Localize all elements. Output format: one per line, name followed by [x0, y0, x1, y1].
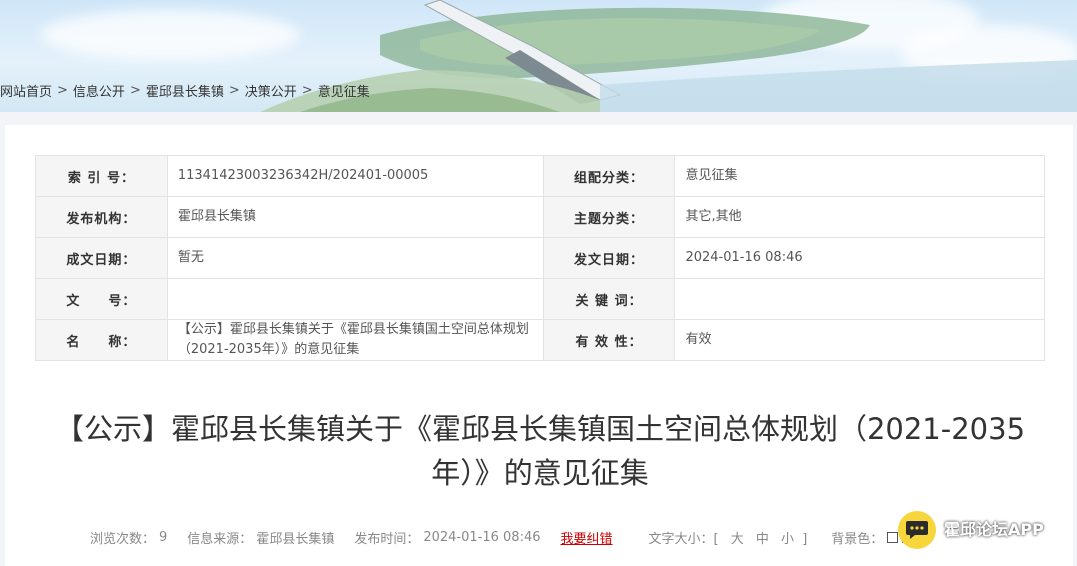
font-size-small-button[interactable]: 小 [781, 532, 794, 547]
document-meta-table: 索 引 号： 11341423003236342H/202401-00005 组… [35, 155, 1045, 361]
meta-value-category: 意见征集 [674, 155, 1045, 197]
page-title: 【公示】霍邱县长集镇关于《霍邱县长集镇国土空间总体规划（2021-2035年）》… [54, 412, 1026, 490]
meta-value-publisher: 霍邱县长集镇 [166, 196, 544, 238]
meta-row: 成文日期： 暂无 发文日期： 2024-01-16 08:46 [35, 237, 1045, 279]
font-size-bracket: ] [802, 531, 808, 547]
meta-label-validity: 有 效 性： [542, 319, 676, 361]
report-error-link[interactable]: 我要纠错 [561, 528, 613, 547]
meta-value-issue-date: 2024-01-16 08:46 [674, 237, 1045, 279]
publish-time-value: 2024-01-16 08:46 [423, 529, 541, 545]
meta-value-doc-number [166, 278, 544, 320]
breadcrumb-separator: > [57, 82, 68, 98]
source-label: 信息来源： [187, 531, 253, 547]
font-size-control: 文字大小：[ 大 中 小 ] [649, 528, 812, 547]
meta-label-index: 索 引 号： [35, 155, 168, 197]
meta-label-name: 名 称： [35, 319, 168, 361]
article-info-bar: 浏览次数： 9 信息来源： 霍邱县长集镇 发布时间： 2024-01-16 08… [90, 528, 917, 547]
header-banner: 网站首页 > 信息公开 > 霍邱县长集镇 > 决策公开 > 意见征集 [0, 0, 1077, 112]
meta-value-name: 【公示】霍邱县长集镇关于《霍邱县长集镇国土空间总体规划（2021-2035年）》… [166, 319, 544, 361]
breadcrumb: 网站首页 > 信息公开 > 霍邱县长集镇 > 决策公开 > 意见征集 [0, 80, 370, 100]
breadcrumb-decision-public[interactable]: 决策公开 [245, 81, 297, 100]
breadcrumb-separator: > [129, 82, 141, 98]
breadcrumb-home[interactable]: 网站首页 [0, 81, 52, 100]
meta-label-issue-date: 发文日期： [542, 237, 676, 279]
meta-label-topic: 主题分类： [542, 196, 676, 238]
chat-bubble-icon [898, 511, 936, 549]
meta-value-topic: 其它,其他 [674, 196, 1045, 238]
views-label: 浏览次数： [90, 531, 156, 547]
meta-label-category: 组配分类： [542, 155, 676, 197]
breadcrumb-town[interactable]: 霍邱县长集镇 [146, 81, 224, 100]
meta-row: 索 引 号： 11341423003236342H/202401-00005 组… [35, 155, 1045, 197]
breadcrumb-info-public[interactable]: 信息公开 [73, 81, 125, 100]
bg-swatch-white[interactable] [887, 531, 899, 543]
meta-row: 名 称： 【公示】霍邱县长集镇关于《霍邱县长集镇国土空间总体规划（2021-20… [35, 319, 1045, 361]
font-size-large-button[interactable]: 大 [731, 532, 744, 547]
breadcrumb-separator: > [301, 82, 313, 98]
font-size-label: 文字大小：[ [648, 531, 719, 547]
meta-label-doc-number: 文 号： [35, 278, 168, 320]
font-size-medium-button[interactable]: 中 [756, 532, 769, 547]
breadcrumb-separator: > [228, 82, 240, 98]
views-count: 9 [159, 529, 168, 545]
bg-color-label: 背景色： [831, 531, 884, 547]
meta-value-keywords [674, 278, 1045, 320]
meta-label-keywords: 关 键 词： [542, 278, 676, 320]
publish-time-label: 发布时间： [354, 531, 420, 547]
source-value: 霍邱县长集镇 [256, 531, 335, 547]
meta-label-written-date: 成文日期： [35, 237, 168, 279]
meta-label-publisher: 发布机构： [35, 196, 168, 238]
content-card: 索 引 号： 11341423003236342H/202401-00005 组… [5, 125, 1073, 566]
app-watermark: 霍邱论坛APP [898, 510, 1044, 550]
meta-value-index: 11341423003236342H/202401-00005 [166, 155, 544, 197]
meta-value-written-date: 暂无 [166, 237, 544, 279]
meta-row: 文 号： 关 键 词： [35, 278, 1045, 320]
watermark-name: 霍邱论坛APP [944, 520, 1044, 539]
breadcrumb-opinion[interactable]: 意见征集 [318, 81, 370, 100]
meta-value-validity: 有效 [674, 319, 1045, 361]
meta-row: 发布机构： 霍邱县长集镇 主题分类： 其它,其他 [35, 196, 1045, 238]
